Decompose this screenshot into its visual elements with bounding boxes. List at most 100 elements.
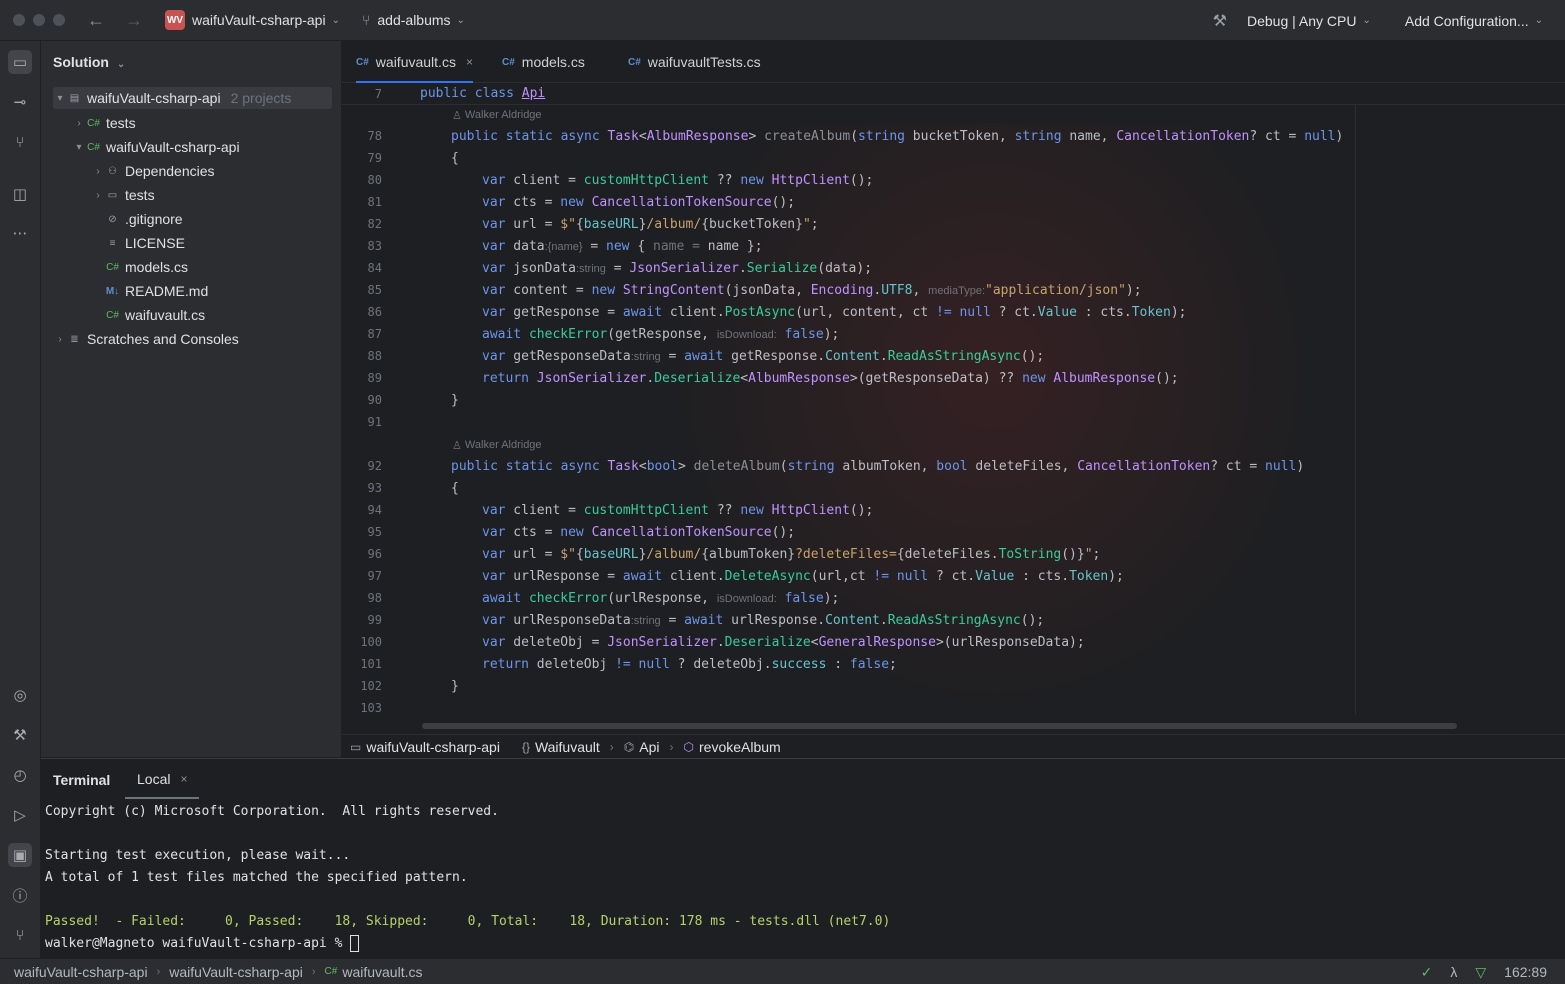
status-path-item[interactable]: waifuvault.cs [342, 964, 422, 980]
terminal-panel: Terminal Local × Copyright (c) Microsoft… [41, 758, 1565, 958]
chevron-down-icon[interactable]: ⌄ [332, 15, 340, 26]
tab-models-cs[interactable]: C# models.cs [502, 41, 585, 83]
tree-item[interactable]: M↓ README.md [105, 280, 208, 302]
close-window-button[interactable] [13, 14, 25, 26]
code-line[interactable]: 97 var urlResponse = await client.DeleteA… [342, 565, 1565, 587]
caret-position[interactable]: 162:89 [1504, 964, 1547, 980]
chevron-right-icon[interactable]: › [53, 334, 67, 345]
code-line[interactable]: 84 var jsonData:string = JsonSerializer.S… [342, 257, 1565, 279]
build-hammer-icon[interactable]: ⚒ [1213, 11, 1227, 31]
chevron-down-icon[interactable]: ⌄ [1362, 15, 1370, 26]
commit-icon[interactable]: ⊸ [8, 90, 32, 114]
code-line[interactable]: 85 var content = new StringContent(jsonDa… [342, 279, 1565, 301]
code-line[interactable]: 103 [342, 697, 1565, 719]
back-arrow-icon[interactable]: ← [87, 10, 105, 31]
status-path-item[interactable]: waifuVault-csharp-api [169, 964, 303, 980]
code-line[interactable]: 88 var getResponseData:string = await get… [342, 345, 1565, 367]
breadcrumb-item[interactable]: Api [639, 739, 659, 755]
code-line[interactable]: 101 return deleteObj != null ? deleteObj.… [342, 653, 1565, 675]
dependencies-icon: ⚇ [108, 165, 117, 177]
add-configuration-button[interactable]: Add Configuration... [1405, 13, 1529, 29]
code-line[interactable]: 83 var data:{name} = new { name = name }; [342, 235, 1565, 257]
tree-item[interactable]: › ≣ Scratches and Consoles [53, 328, 238, 350]
code-line[interactable]: 93 { [342, 477, 1565, 499]
breadcrumb-item[interactable]: revokeAlbum [699, 739, 781, 755]
more-icon[interactable]: ⋯ [8, 221, 32, 245]
git-icon[interactable]: ⑂ [8, 923, 32, 947]
sticky-line[interactable]: 7 public class Api [342, 83, 1565, 105]
breadcrumb-item[interactable]: Waifuvault [535, 739, 600, 755]
code-line[interactable]: 86 var getResponse = await client.PostAsy… [342, 301, 1565, 323]
code-line[interactable]: 78 public static async Task<AlbumResponse… [342, 125, 1565, 147]
inspection-triangle-icon[interactable]: ▽ [1475, 964, 1486, 981]
chevron-down-icon[interactable]: ⌄ [457, 15, 465, 26]
ai-lambda-icon[interactable]: λ [1450, 964, 1457, 980]
tab-local[interactable]: Local × [125, 759, 200, 799]
run-icon[interactable]: ▷ [8, 803, 32, 827]
run-config-selector[interactable]: Debug | Any CPU [1247, 13, 1356, 29]
code-line[interactable]: 99 var urlResponseData:string = await url… [342, 609, 1565, 631]
line-number: 94 [367, 503, 382, 517]
author-hint[interactable]: ♙ Walker Aldridge [452, 105, 542, 125]
tree-item[interactable]: › C# tests [72, 112, 135, 134]
code-line[interactable]: 79 { [342, 147, 1565, 169]
code-line[interactable]: 100 var deleteObj = JsonSerializer.Deseri… [342, 631, 1565, 653]
code-line[interactable]: 87 await checkError(getResponse, isDownlo… [342, 323, 1565, 345]
branch-selector[interactable]: add-albums [377, 12, 450, 28]
chevron-right-icon: › [311, 965, 316, 978]
tree-item[interactable]: › ▭ tests [91, 184, 154, 206]
terminal-line: Copyright (c) Microsoft Corporation. All… [45, 804, 499, 819]
tree-item[interactable]: › ⚇ Dependencies [91, 160, 215, 182]
code-editor[interactable]: 7 public class Api ♙ Walker Aldridge 78 p… [342, 83, 1565, 734]
chevron-right-icon[interactable]: › [72, 118, 86, 129]
terminal-icon[interactable]: ▣ [8, 843, 32, 867]
code-line[interactable]: 81 var cts = new CancellationTokenSource(… [342, 191, 1565, 213]
terminal-prompt[interactable]: walker@Magneto waifuVault-csharp-api % [45, 935, 360, 952]
ai-assistant-icon[interactable]: ◎ [8, 683, 32, 707]
chevron-right-icon[interactable]: › [91, 190, 105, 201]
status-path-item[interactable]: waifuVault-csharp-api [14, 964, 148, 980]
code-line[interactable]: 89 return JsonSerializer.Deserialize<Albu… [342, 367, 1565, 389]
chevron-down-icon[interactable]: ⌄ [117, 59, 125, 70]
tree-item[interactable]: C# models.cs [105, 256, 188, 278]
tree-item-label: Dependencies [125, 163, 215, 179]
folder-icon[interactable]: ▭ [8, 50, 32, 74]
chevron-down-icon[interactable]: ⌄ [1535, 15, 1543, 26]
code-line[interactable]: 95 var cts = new CancellationTokenSource(… [342, 521, 1565, 543]
pull-requests-icon[interactable]: ⑂ [8, 130, 32, 154]
code-line[interactable]: 92 public static async Task<bool> deleteA… [342, 455, 1565, 477]
code-line[interactable]: 91 [342, 411, 1565, 433]
author-hint[interactable]: ♙ Walker Aldridge [452, 435, 542, 455]
forward-arrow-icon[interactable]: → [125, 10, 143, 31]
breadcrumb-item[interactable]: waifuVault-csharp-api [366, 739, 500, 755]
zoom-window-button[interactable] [53, 14, 65, 26]
horizontal-scrollbar[interactable] [422, 723, 1457, 729]
tab-waifuvaulttests-cs[interactable]: C# waifuvaultTests.cs [628, 41, 761, 83]
code-line[interactable]: 90} [342, 389, 1565, 411]
build-icon[interactable]: ⚒ [8, 723, 32, 747]
code-line[interactable]: 80 var client = customHttpClient ?? new H… [342, 169, 1565, 191]
tab-waifuvault-cs[interactable]: C# waifuvault.cs × [356, 41, 473, 83]
tree-item[interactable]: ≡ LICENSE [105, 232, 185, 254]
profiler-icon[interactable]: ◴ [8, 763, 32, 787]
problems-icon[interactable]: ⓘ [8, 883, 32, 907]
code-line[interactable]: 98 await checkError(urlResponse, isDownlo… [342, 587, 1565, 609]
close-icon[interactable]: × [180, 772, 187, 786]
chevron-down-icon[interactable]: ▾ [72, 142, 86, 153]
minimize-window-button[interactable] [33, 14, 45, 26]
solution-header[interactable]: Solution ⌄ [53, 54, 125, 70]
close-icon[interactable]: × [466, 55, 473, 69]
check-circle-icon[interactable]: ✓ [1421, 964, 1433, 981]
code-line[interactable]: 94 var client = customHttpClient ?? new H… [342, 499, 1565, 521]
code-line[interactable]: 102} [342, 675, 1565, 697]
code-line[interactable]: 96 var url = $"{baseURL}/album/{albumToke… [342, 543, 1565, 565]
chevron-right-icon[interactable]: › [91, 166, 105, 177]
structure-icon[interactable]: ◫ [8, 182, 32, 206]
project-selector[interactable]: waifuVault-csharp-api [192, 12, 326, 28]
tree-root[interactable]: ▾ ▤ waifuVault-csharp-api 2 projects [53, 87, 332, 109]
code-line[interactable]: 82 var url = $"{baseURL}/album/{bucketTok… [342, 213, 1565, 235]
tree-item[interactable]: ⊘ .gitignore [105, 208, 182, 230]
tree-item[interactable]: C# waifuvault.cs [105, 304, 205, 326]
tree-item[interactable]: ▾ C# waifuVault-csharp-api [72, 136, 239, 158]
chevron-down-icon[interactable]: ▾ [53, 93, 67, 104]
